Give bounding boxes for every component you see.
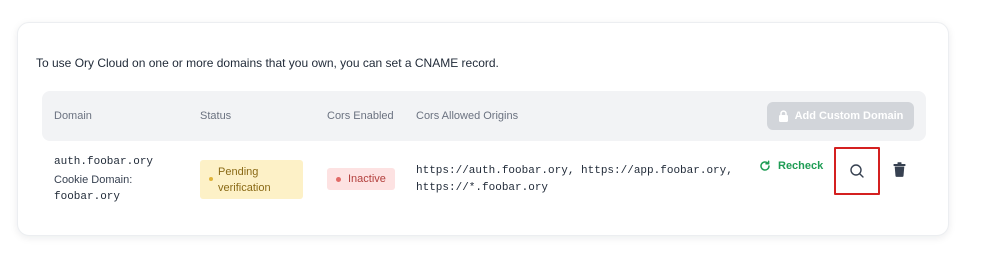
intro-text: To use Ory Cloud on one or more domains …: [36, 56, 499, 70]
cors-status-dot-icon: [336, 177, 341, 182]
column-header-cors-allowed-origins: Cors Allowed Origins: [416, 110, 519, 122]
inspect-domain-button[interactable]: [834, 147, 880, 195]
status-dot-icon: [209, 177, 213, 181]
domain-name: auth.foobar.ory: [54, 156, 154, 168]
cors-origins-line1: https://auth.foobar.ory, https://app.foo…: [416, 165, 733, 177]
cookie-domain-value: foobar.ory: [54, 191, 121, 203]
table-header: Domain Status Cors Enabled Cors Allowed …: [42, 91, 926, 141]
column-header-status: Status: [200, 110, 232, 122]
add-custom-domain-button[interactable]: Add Custom Domain: [767, 102, 914, 130]
delete-domain-button[interactable]: [890, 160, 908, 178]
search-icon: [850, 164, 864, 178]
refresh-icon: [760, 160, 770, 171]
cookie-domain-label: Cookie Domain:: [54, 174, 133, 186]
cors-enabled-text: Inactive: [348, 173, 386, 185]
status-text-line2: verification: [218, 182, 271, 194]
lock-icon: [778, 110, 788, 122]
add-custom-domain-label: Add Custom Domain: [794, 110, 904, 122]
column-header-domain: Domain: [54, 110, 92, 122]
cors-origins-line2: https://*.foobar.ory: [416, 182, 549, 194]
cors-enabled-badge: Inactive: [327, 168, 395, 190]
trash-icon: [893, 161, 905, 177]
recheck-button[interactable]: Recheck: [759, 160, 823, 172]
recheck-label: Recheck: [778, 160, 824, 172]
custom-domains-card: To use Ory Cloud on one or more domains …: [17, 22, 949, 236]
status-badge: Pending verification: [200, 160, 303, 199]
status-text-line1: Pending: [218, 166, 259, 178]
column-header-cors-enabled: Cors Enabled: [327, 110, 394, 122]
